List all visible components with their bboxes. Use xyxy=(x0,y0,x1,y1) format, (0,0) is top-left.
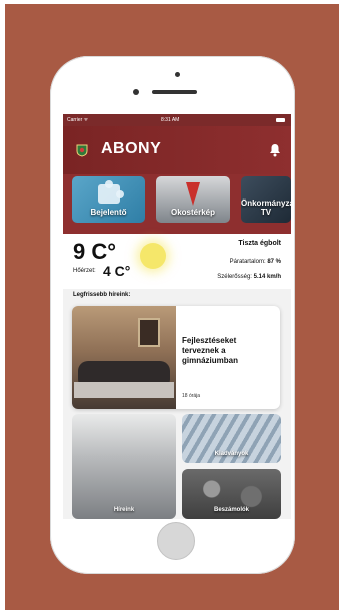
wind-line: Szélerősség: 5.14 km/h xyxy=(217,274,281,280)
grid-tile-label: Híreink xyxy=(113,507,135,513)
news-age: 18 órája xyxy=(182,393,201,399)
featured-news-card[interactable]: Fejlesztéseket terveznek a gimnáziumban … xyxy=(72,306,280,409)
app-title: ABONY xyxy=(101,140,162,157)
battery-icon xyxy=(276,118,285,122)
humidity-value: 87 % xyxy=(267,259,281,265)
news-title: Fejlesztéseket terveznek a gimnáziumban xyxy=(182,336,239,365)
home-button[interactable] xyxy=(157,522,195,560)
phone-screen: Carrier ᯤ 8:31 AM ABONY Bejelentő Okosté… xyxy=(63,114,291,519)
photo-painting xyxy=(138,318,160,347)
status-bar: Carrier ᯤ 8:31 AM xyxy=(63,114,291,126)
tile-okosterkep[interactable]: Okostérkép xyxy=(156,176,230,223)
humidity-label: Páratartalom: xyxy=(229,259,266,265)
humidity-line: Páratartalom: 87 % xyxy=(230,259,281,265)
grid-tile-kiadvanyok[interactable]: Kiadványok xyxy=(182,414,281,463)
tile-bejelento[interactable]: Bejelentő xyxy=(72,176,145,223)
wind-value: 5.14 km/h xyxy=(253,274,281,280)
crest-icon xyxy=(76,144,88,157)
quick-tiles: Bejelentő Okostérkép Önkormányzati TV xyxy=(63,174,291,234)
grid-tile-label: Kiadványok xyxy=(214,451,249,457)
earpiece-speaker xyxy=(152,90,197,94)
tile-label: Önkormányzati TV xyxy=(241,199,291,217)
tile-label: Okostérkép xyxy=(170,208,216,217)
bell-icon[interactable] xyxy=(269,143,281,157)
grid-tile-label: Beszámolók xyxy=(213,507,249,513)
carrier-label: Carrier ᯤ xyxy=(67,117,89,123)
weather-widget: 9 C° Hőérzet: 4 C° Tiszta égbolt Páratar… xyxy=(63,234,291,289)
feels-like-label: Hőérzet: xyxy=(73,268,96,274)
grid-tile-beszamolok[interactable]: Beszámolók xyxy=(182,469,281,519)
front-sensor xyxy=(175,72,180,77)
grid-tile-hireink[interactable]: Híreink xyxy=(72,414,176,519)
current-temperature: 9 C° xyxy=(73,239,117,264)
latest-news-heading: Legfrissebb híreink: xyxy=(73,292,131,298)
app-header: ABONY xyxy=(63,126,291,174)
tile-label: Bejelentő xyxy=(90,208,127,217)
weather-description: Tiszta égbolt xyxy=(238,240,281,247)
front-camera xyxy=(133,89,139,95)
tile-onkormanyzati-tv[interactable]: Önkormányzati TV xyxy=(241,176,291,223)
news-photo xyxy=(72,306,176,409)
status-time: 8:31 AM xyxy=(161,117,180,123)
photo-table xyxy=(74,382,174,398)
feels-like-value: 4 C° xyxy=(103,263,131,279)
wind-label: Szélerősség: xyxy=(217,274,252,280)
sun-icon xyxy=(140,243,166,269)
